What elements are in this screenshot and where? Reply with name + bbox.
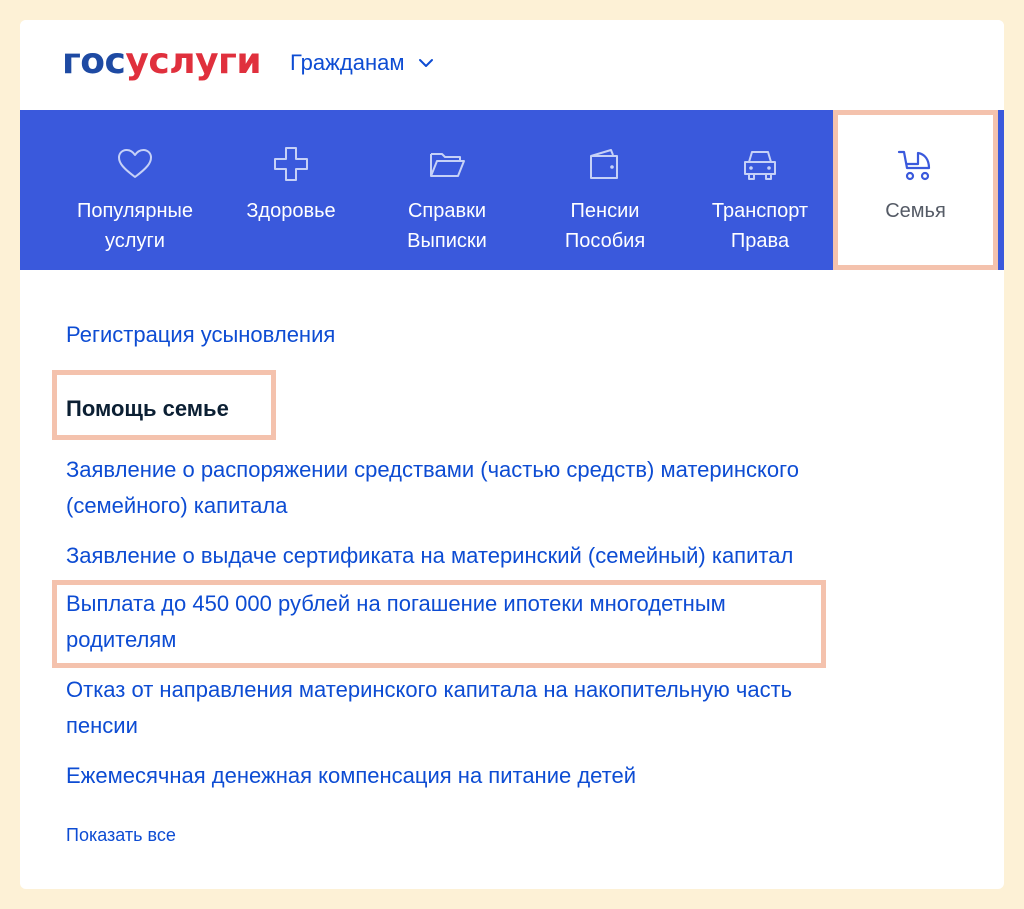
logo-part-uslugi: услуги	[125, 41, 262, 82]
category-label: Транспорт Права	[711, 200, 809, 252]
service-link-mortgage-payment[interactable]: Выплата до 450 000 рублей на погашение и…	[66, 586, 726, 658]
category-pensions[interactable]: Пенсии Пособия	[530, 110, 680, 270]
gosuslugi-logo[interactable]: госуслуги	[62, 40, 262, 84]
category-certificates[interactable]: Справки Выписки	[372, 110, 522, 270]
category-popular[interactable]: Популярные услуги	[58, 110, 212, 270]
logo-part-gos: гос	[62, 41, 126, 82]
category-label: Справки Выписки	[407, 200, 487, 252]
show-all-link[interactable]: Показать все	[66, 822, 176, 848]
header: госуслуги Гражданам	[20, 20, 1004, 110]
service-link-pension-refusal[interactable]: Отказ от направления материнского капита…	[66, 672, 792, 744]
wallet-icon	[583, 144, 627, 184]
page-frame: госуслуги Гражданам Популярные услуги Зд…	[20, 20, 1004, 889]
section-title: Помощь семье	[66, 396, 229, 421]
category-health[interactable]: Здоровье	[220, 110, 362, 270]
link-adoption-registration[interactable]: Регистрация усыновления	[66, 317, 335, 353]
category-transport[interactable]: Транспорт Права	[686, 110, 834, 270]
folder-icon	[425, 144, 469, 184]
category-label: Пенсии Пособия	[564, 200, 646, 252]
chevron-down-icon	[419, 59, 434, 67]
stroller-icon	[894, 144, 938, 184]
category-label: Популярные услуги	[76, 200, 194, 252]
category-label: Здоровье	[246, 200, 336, 222]
category-label: Семья	[885, 200, 946, 222]
service-link-maternity-certificate[interactable]: Заявление о выдаче сертификата на матери…	[66, 538, 793, 574]
service-link-maternity-capital-disposal[interactable]: Заявление о распоряжении средствами (час…	[66, 452, 799, 524]
category-family[interactable]: Семья	[833, 110, 998, 270]
audience-selector[interactable]: Гражданам	[290, 48, 434, 78]
audience-label: Гражданам	[290, 50, 405, 75]
category-nav: Популярные услуги Здоровье Справки Выпис…	[20, 110, 1004, 270]
service-link-child-nutrition[interactable]: Ежемесячная денежная компенсация на пита…	[66, 758, 636, 794]
heart-icon	[113, 144, 157, 184]
health-cross-icon	[269, 144, 313, 184]
car-icon	[738, 144, 782, 184]
